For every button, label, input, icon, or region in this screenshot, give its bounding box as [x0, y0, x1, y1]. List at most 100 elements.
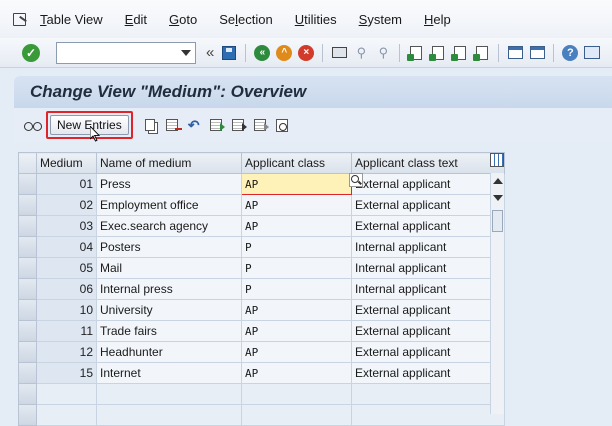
- applicant-class-cell[interactable]: AP: [241, 215, 352, 237]
- toolbar-separator: [553, 43, 555, 62]
- menu-help[interactable]: Help: [424, 12, 451, 27]
- medium-cell: 04: [36, 236, 97, 258]
- column-header-name-of-medium[interactable]: Name of medium: [96, 152, 242, 174]
- row-selector[interactable]: [18, 236, 37, 258]
- delete-icon[interactable]: [164, 117, 182, 133]
- last-page-icon[interactable]: [473, 44, 491, 62]
- empty-cell: [351, 383, 505, 405]
- applicant-class-cell[interactable]: P: [241, 236, 352, 258]
- applicant-class-text-cell: Internal applicant: [351, 236, 505, 258]
- value-help-icon[interactable]: [349, 173, 363, 187]
- exit-icon[interactable]: ^: [275, 44, 293, 62]
- select-block-icon[interactable]: [230, 117, 247, 133]
- medium-cell: 01: [36, 173, 97, 195]
- medium-name-cell[interactable]: Mail: [96, 257, 242, 279]
- applicant-class-cell[interactable]: P: [241, 278, 352, 300]
- menu-exit-icon[interactable]: [12, 12, 28, 26]
- scroll-up-icon[interactable]: [493, 178, 503, 184]
- scroll-down-icon[interactable]: [493, 195, 503, 201]
- applicant-class-cell[interactable]: AP: [241, 320, 352, 342]
- applicant-class-cell[interactable]: AP: [241, 341, 352, 363]
- position-icon[interactable]: [274, 117, 290, 133]
- applicant-class-cell[interactable]: AP: [241, 194, 352, 216]
- empty-cell: [96, 383, 242, 405]
- deselect-all-icon[interactable]: [252, 117, 269, 133]
- previous-page-icon[interactable]: [429, 44, 447, 62]
- medium-table: Medium Name of medium Applicant class Ap…: [18, 152, 505, 426]
- next-page-icon[interactable]: [451, 44, 469, 62]
- applicant-class-cell[interactable]: AP: [241, 299, 352, 321]
- collapse-chevron-icon[interactable]: «: [206, 44, 214, 61]
- select-all-rows-header[interactable]: [18, 152, 37, 174]
- medium-cell: 02: [36, 194, 97, 216]
- column-header-applicant-class-text[interactable]: Applicant class text: [351, 152, 505, 174]
- help-icon[interactable]: ?: [561, 44, 579, 62]
- menu-selection[interactable]: Selection: [219, 12, 273, 27]
- customize-layout-icon[interactable]: [583, 44, 601, 62]
- row-selector[interactable]: [18, 278, 37, 300]
- select-all-icon[interactable]: [208, 117, 225, 133]
- table-settings-icon[interactable]: [490, 153, 504, 167]
- menu-bar: Table View Edit Goto Selection Utilities…: [0, 0, 612, 38]
- print-icon[interactable]: [330, 44, 348, 62]
- row-selector[interactable]: [18, 173, 37, 195]
- column-header-medium[interactable]: Medium: [36, 152, 97, 174]
- back-icon[interactable]: «: [253, 44, 271, 62]
- empty-cell: [241, 383, 352, 405]
- scroll-thumb[interactable]: [492, 210, 503, 232]
- copy-as-icon[interactable]: [142, 117, 158, 133]
- find-next-icon[interactable]: ⚲: [374, 44, 392, 62]
- row-selector[interactable]: [18, 257, 37, 279]
- enter-checkmark-icon[interactable]: ✓: [22, 43, 40, 62]
- empty-cell: [36, 404, 97, 426]
- undo-change-icon[interactable]: ↶: [186, 117, 202, 133]
- medium-name-cell[interactable]: Employment office: [96, 194, 242, 216]
- menu-utilities[interactable]: Utilities: [295, 12, 337, 27]
- save-icon[interactable]: [220, 44, 238, 62]
- menu-goto[interactable]: Goto: [169, 12, 197, 27]
- shortcut-icon[interactable]: [528, 44, 546, 62]
- medium-name-cell[interactable]: Internet: [96, 362, 242, 384]
- row-selector[interactable]: [18, 341, 37, 363]
- command-field[interactable]: [56, 41, 196, 64]
- create-session-icon[interactable]: [506, 44, 524, 62]
- medium-name-cell[interactable]: Posters: [96, 236, 242, 258]
- row-selector[interactable]: [18, 215, 37, 237]
- menu-edit[interactable]: Edit: [125, 12, 147, 27]
- row-selector[interactable]: [18, 383, 37, 405]
- medium-name-cell[interactable]: Headhunter: [96, 341, 242, 363]
- applicant-class-cell[interactable]: P: [241, 257, 352, 279]
- cancel-icon[interactable]: ×: [297, 44, 315, 62]
- command-input[interactable]: [57, 42, 177, 63]
- medium-name-cell[interactable]: University: [96, 299, 242, 321]
- row-selector[interactable]: [18, 320, 37, 342]
- menu-system[interactable]: System: [359, 12, 402, 27]
- find-icon[interactable]: ⚲: [352, 44, 370, 62]
- medium-name-cell[interactable]: Exec.search agency: [96, 215, 242, 237]
- medium-cell: 15: [36, 362, 97, 384]
- title-bar: Change View "Medium": Overview: [14, 76, 612, 108]
- table-row: 11 Trade fairs AP External applicant: [18, 320, 505, 342]
- applicant-class-cell[interactable]: AP: [241, 173, 352, 195]
- medium-cell: 05: [36, 257, 97, 279]
- menu-table-view[interactable]: Table View: [40, 12, 103, 27]
- row-selector[interactable]: [18, 404, 37, 426]
- medium-name-cell[interactable]: Internal press: [96, 278, 242, 300]
- table-row: 06 Internal press P Internal applicant: [18, 278, 505, 300]
- row-selector[interactable]: [18, 362, 37, 384]
- command-dropdown-icon[interactable]: [181, 49, 191, 56]
- toolbar-separator: [399, 43, 401, 62]
- medium-cell: 10: [36, 299, 97, 321]
- empty-cell: [351, 404, 505, 426]
- column-header-applicant-class[interactable]: Applicant class: [241, 152, 352, 174]
- first-page-icon[interactable]: [407, 44, 425, 62]
- medium-name-cell[interactable]: Trade fairs: [96, 320, 242, 342]
- medium-name-cell[interactable]: Press: [96, 173, 242, 195]
- applicant-class-cell[interactable]: AP: [241, 362, 352, 384]
- row-selector[interactable]: [18, 194, 37, 216]
- empty-row: [18, 404, 505, 426]
- vertical-scrollbar[interactable]: [490, 173, 504, 414]
- table-row: 12 Headhunter AP External applicant: [18, 341, 505, 363]
- display-change-icon[interactable]: [24, 118, 42, 132]
- row-selector[interactable]: [18, 299, 37, 321]
